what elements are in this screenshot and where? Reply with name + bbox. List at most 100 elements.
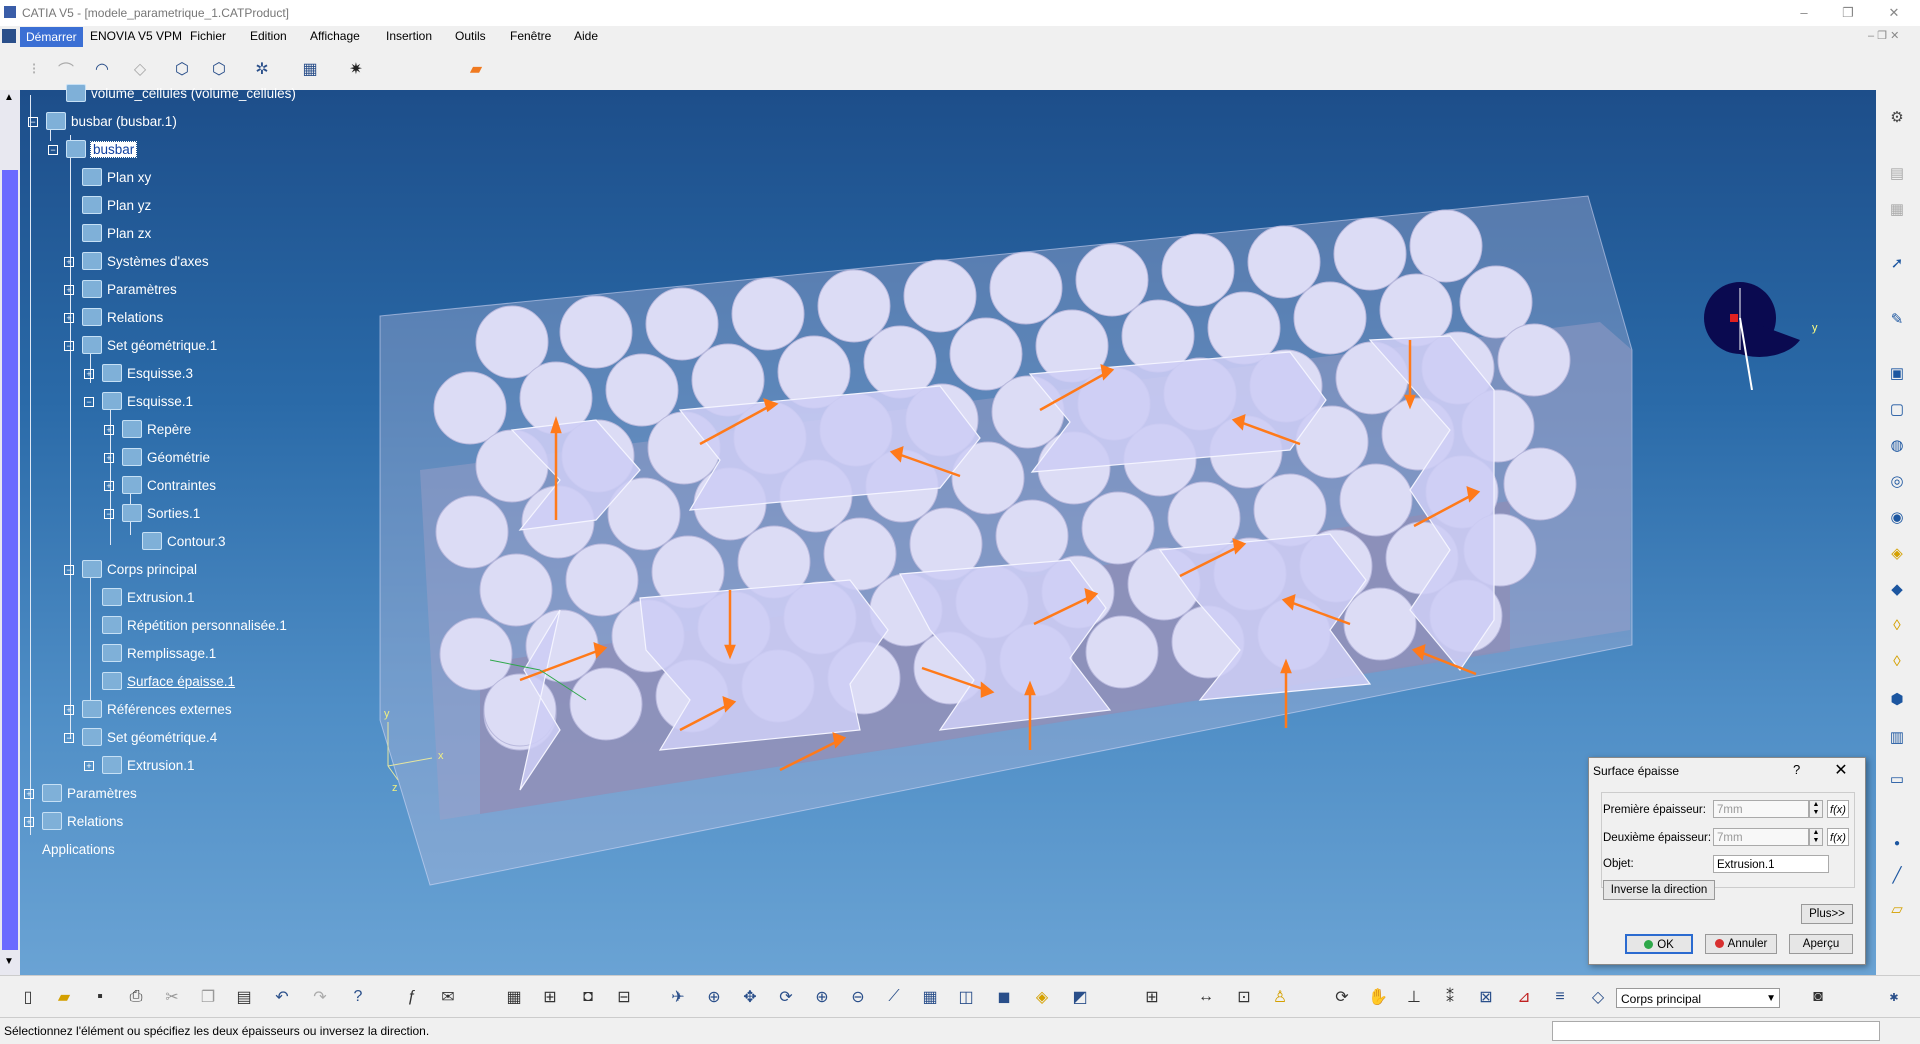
second-thickness-spinner[interactable]: ▲ ▼ [1809, 828, 1823, 846]
tree-node-references-externes[interactable]: + Références externes [64, 699, 232, 719]
mdi-controls[interactable]: – ❐ ✕ [1868, 29, 1899, 42]
menu-fichier[interactable]: Fichier [190, 29, 226, 43]
loft-icon[interactable]: ⬢ [1884, 686, 1910, 712]
scroll-down-icon[interactable]: ▼ [4, 956, 14, 967]
hide-show-icon[interactable]: ◈ [1028, 983, 1056, 1011]
expand-icon[interactable]: + [64, 285, 74, 295]
tree-node-sorties-1[interactable]: − Sorties.1 [104, 503, 200, 523]
tree-node-repetition-personnalisee[interactable]: Répétition personnalisée.1 [102, 615, 287, 635]
pocket-icon[interactable]: ▢ [1884, 396, 1910, 422]
menu-insertion[interactable]: Insertion [386, 29, 432, 43]
surface-icon[interactable]: ◇ [126, 55, 154, 83]
measure-item-icon[interactable]: ⊡ [1230, 983, 1258, 1011]
plane-icon[interactable]: ▱ [1884, 896, 1910, 922]
knowledge-icon[interactable]: ⊟ [610, 983, 638, 1011]
tree-node-parametres[interactable]: + Paramètres [64, 279, 177, 299]
tree-scrollbar[interactable]: ▲ ▼ [0, 90, 20, 975]
box-icon[interactable]: ▭ [1884, 766, 1910, 792]
tree-node-busbar-instance[interactable]: − busbar (busbar.1) [28, 111, 177, 131]
dialog-close-icon[interactable]: ✕ [1829, 760, 1853, 780]
first-thickness-spinner[interactable]: ▲ ▼ [1809, 800, 1823, 818]
first-thickness-field[interactable]: 7mm [1713, 800, 1809, 818]
command-input[interactable] [1552, 1021, 1880, 1041]
measure-icon[interactable]: ⊞ [1138, 983, 1166, 1011]
settings-gear-icon[interactable]: ⚙ [1884, 104, 1910, 130]
formula-icon[interactable]: ƒ [398, 983, 426, 1011]
expand-icon[interactable]: + [64, 313, 74, 323]
help-icon[interactable]: ? [1793, 762, 1800, 777]
scroll-up-icon[interactable]: ▲ [4, 92, 14, 103]
table-icon[interactable]: ▦ [500, 983, 528, 1011]
fly-mode-icon[interactable]: ✈ [664, 983, 692, 1011]
preview-button[interactable]: Aperçu [1789, 934, 1853, 954]
measure-inertia-icon[interactable]: ♙ [1266, 983, 1294, 1011]
tree-node-esquisse-3[interactable]: + Esquisse.3 [84, 363, 193, 383]
expand-icon[interactable]: + [64, 705, 74, 715]
expand-icon[interactable]: + [84, 761, 94, 771]
grid-snap-icon[interactable]: ≡ [1546, 983, 1574, 1011]
minimize-button[interactable]: – [1784, 2, 1824, 24]
catalog-browser-icon[interactable]: ◘ [574, 983, 602, 1011]
iso-view-icon[interactable]: ◫ [952, 983, 980, 1011]
expand-icon[interactable]: + [64, 257, 74, 267]
capture-icon[interactable]: ◙ [1804, 983, 1832, 1011]
collapse-icon[interactable]: − [64, 341, 74, 351]
tree-node-surface-epaisse[interactable]: Surface épaisse.1 [102, 671, 235, 691]
menu-enovia[interactable]: ENOVIA V5 VPM [90, 29, 182, 43]
tree-node-relations-root[interactable]: + Relations [24, 811, 123, 831]
paste-icon[interactable]: ▤ [230, 983, 258, 1011]
tree-node-set-geometrique-1[interactable]: − Set géométrique.1 [64, 335, 217, 355]
update-icon[interactable]: ⟳ [1328, 983, 1356, 1011]
cancel-button[interactable]: Annuler [1705, 934, 1777, 954]
collapse-icon[interactable]: − [84, 397, 94, 407]
tree-node-contraintes[interactable]: + Contraintes [104, 475, 216, 495]
collapse-icon[interactable]: − [64, 565, 74, 575]
scroll-thumb[interactable] [2, 170, 18, 950]
tree-node-applications[interactable]: Applications [42, 839, 115, 859]
shading-icon[interactable]: ◼ [990, 983, 1018, 1011]
binary-icon[interactable]: ⁑ [1436, 983, 1464, 1011]
second-thickness-formula-button[interactable]: f(x) [1827, 828, 1849, 846]
measure-between-icon[interactable]: ↔ [1192, 983, 1220, 1011]
sweep-icon[interactable]: ◠ [88, 55, 116, 83]
tree-node-plan-xy[interactable]: Plan xy [82, 167, 151, 187]
copy-icon[interactable]: ❐ [194, 983, 222, 1011]
undo-icon[interactable]: ↶ [268, 983, 296, 1011]
new-document-icon[interactable]: ▯ [14, 983, 42, 1011]
tree-node-plan-yz[interactable]: Plan yz [82, 195, 151, 215]
swap-visible-icon[interactable]: ◩ [1066, 983, 1094, 1011]
menu-fenetre[interactable]: Fenêtre [510, 29, 551, 43]
open-folder-icon[interactable]: ▰ [50, 983, 78, 1011]
menu-outils[interactable]: Outils [455, 29, 486, 43]
second-thickness-field[interactable]: 7mm [1713, 828, 1809, 846]
redo-icon[interactable]: ↷ [306, 983, 334, 1011]
groove-icon[interactable]: ◎ [1884, 468, 1910, 494]
tools-icon[interactable]: ▦ [1884, 196, 1910, 222]
axis-system-tool-icon[interactable]: ⊥ [1400, 983, 1428, 1011]
snap-icon[interactable]: ⊿ [1510, 983, 1538, 1011]
more-button[interactable]: Plus>> [1801, 904, 1853, 924]
expand-icon[interactable]: + [24, 817, 34, 827]
tree-node-extrusion-1-surface[interactable]: + Extrusion.1 [84, 755, 195, 775]
3d-compass-icon[interactable]: ⊠ [1472, 983, 1500, 1011]
restore-button[interactable]: ❐ [1828, 2, 1868, 24]
reverse-direction-button[interactable]: Inverse la direction [1603, 880, 1715, 900]
rotate-icon[interactable]: ⟳ [772, 983, 800, 1011]
tree-node-parametres-root[interactable]: + Paramètres [24, 783, 137, 803]
fit-all-icon[interactable]: ⊕ [700, 983, 728, 1011]
tree-node-plan-zx[interactable]: Plan zx [82, 223, 151, 243]
grab-icon[interactable]: ✋ [1364, 983, 1392, 1011]
select-arrow-icon[interactable]: ➚ [1884, 250, 1910, 276]
expand-icon[interactable]: + [104, 425, 114, 435]
curve-icon[interactable]: ⌒ [52, 55, 80, 83]
current-body-dropdown[interactable]: Corps principal ▼ [1616, 988, 1780, 1008]
tree-node-contour-3[interactable]: Contour.3 [142, 531, 226, 551]
expand-icon[interactable]: + [104, 453, 114, 463]
tree-node-relations[interactable]: + Relations [64, 307, 163, 327]
object-field[interactable]: Extrusion.1 [1713, 855, 1829, 873]
define-in-work-object-icon[interactable]: ◇ [1584, 983, 1612, 1011]
document-icon[interactable] [2, 29, 16, 43]
multi-section-icon[interactable]: ▥ [1884, 724, 1910, 750]
shaft-icon[interactable]: ◍ [1884, 432, 1910, 458]
part-icon-1[interactable]: ⬡ [168, 55, 196, 83]
